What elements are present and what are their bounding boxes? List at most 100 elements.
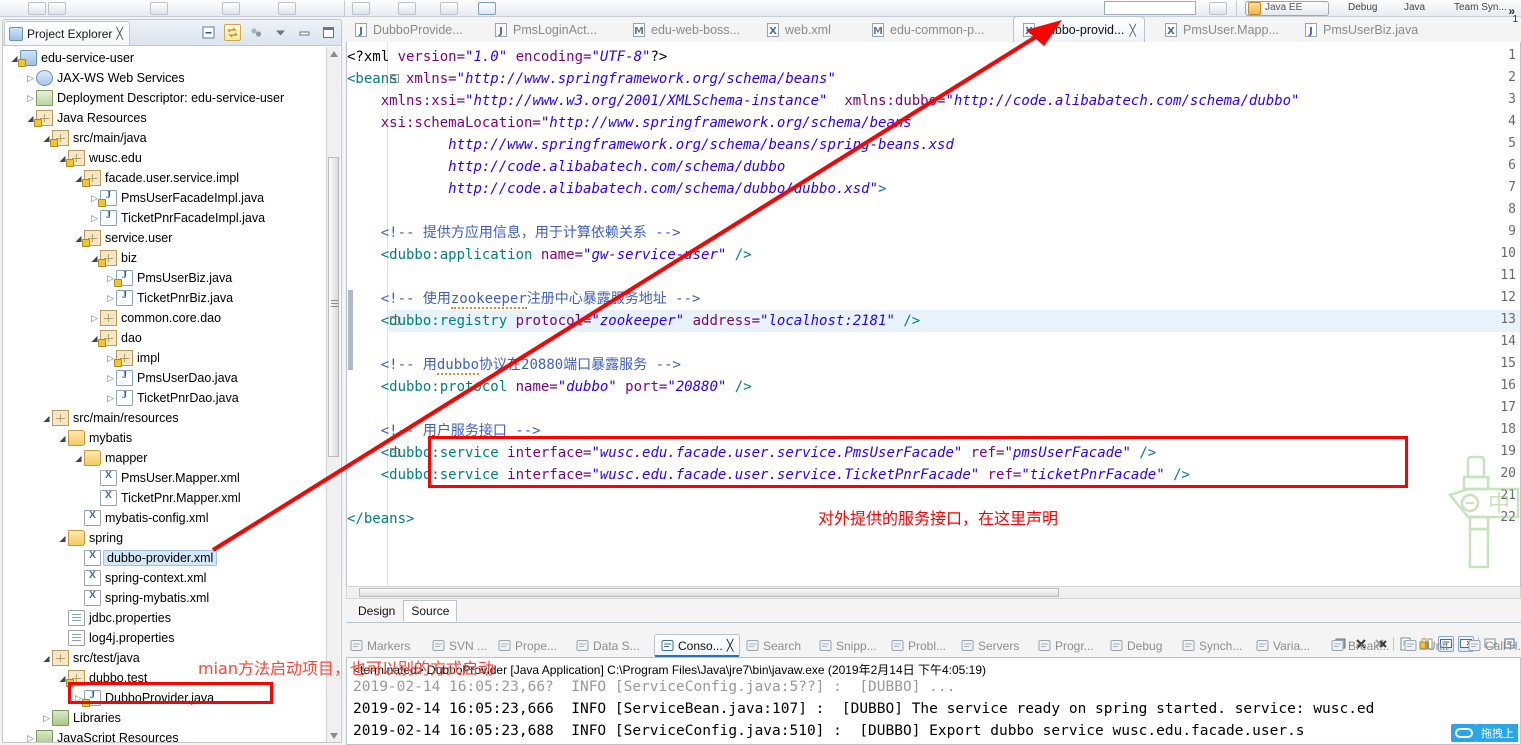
- tree-item[interactable]: spring: [3, 528, 323, 548]
- code-line[interactable]: <beans xmlns="http://www.springframework…: [347, 68, 1467, 90]
- bottom-view-tab[interactable]: Synch...: [1182, 635, 1242, 656]
- tree-item[interactable]: PmsUserBiz.java: [3, 268, 323, 288]
- tree-toggle-icon[interactable]: [89, 213, 100, 224]
- code-line[interactable]: <!-- 提供方应用信息，用于计算依赖关系 -->: [347, 222, 1467, 244]
- bottom-view-tab[interactable]: Prope...: [498, 635, 557, 656]
- tree-item[interactable]: PmsUser.Mapper.xml: [3, 468, 323, 488]
- tree-item[interactable]: dao: [3, 328, 323, 348]
- tree-item[interactable]: spring-mybatis.xml: [3, 588, 323, 608]
- code-line[interactable]: http://code.alibabatech.com/schema/dubbo: [347, 156, 1467, 178]
- tree-toggle-icon[interactable]: [57, 534, 68, 543]
- tree-item[interactable]: service.user: [3, 228, 323, 248]
- bottom-view-tab[interactable]: Varia...: [1256, 635, 1310, 656]
- bottom-view-tab[interactable]: Probl...: [891, 635, 946, 656]
- toolbar-debug-icon[interactable]: [222, 2, 240, 15]
- hscroll-thumb[interactable]: [359, 588, 1059, 597]
- tree-toggle-icon[interactable]: [105, 373, 116, 384]
- code-line[interactable]: <dubbo:registry protocol="zookeeper" add…: [347, 310, 1467, 332]
- editor-tab[interactable]: Medu-common-p...: [863, 17, 992, 42]
- tree-toggle-icon[interactable]: [41, 414, 52, 423]
- code-line[interactable]: <!-- 用dubbo协议在20880端口暴露服务 -->: [347, 354, 1467, 376]
- tree-item[interactable]: edu-service-user: [3, 48, 323, 68]
- bottom-view-tab[interactable]: SVN ...: [432, 635, 487, 656]
- tree-item[interactable]: JavaScript Resources: [3, 728, 323, 742]
- project-explorer-tree[interactable]: edu-service-user JAX-WS Web Services Deplo…: [2, 45, 342, 743]
- code-line[interactable]: http://www.springframework.org/schema/be…: [347, 134, 1467, 156]
- minimize-icon[interactable]: [296, 24, 313, 41]
- toolbar-save-icon[interactable]: [48, 2, 66, 15]
- code-line[interactable]: [347, 398, 1467, 420]
- bottom-view-tab[interactable]: Markers: [350, 635, 410, 656]
- editor-tab[interactable]: Medu-web-boss...: [624, 17, 748, 42]
- editor-horizontal-scrollbar[interactable]: [346, 586, 1521, 599]
- editor-subtab[interactable]: Source: [403, 600, 458, 622]
- bottom-view-tab[interactable]: Servers: [961, 635, 1019, 656]
- tree-toggle-icon[interactable]: [105, 393, 116, 404]
- editor-tab[interactable]: X PmsUser.Mapp...: [1156, 17, 1287, 42]
- close-icon[interactable]: ╳: [116, 27, 123, 40]
- editor-tab[interactable]: J DubboProvide...: [346, 17, 471, 42]
- link-with-editor-icon[interactable]: [224, 24, 241, 41]
- code-line[interactable]: xsi:schemaLocation="http://www.springfra…: [347, 112, 1467, 134]
- maximize-icon[interactable]: [320, 24, 337, 41]
- tree-item[interactable]: mybatis: [3, 428, 323, 448]
- toolbar-selected-icon[interactable]: [478, 2, 496, 15]
- tree-toggle-icon[interactable]: [105, 293, 116, 304]
- tree-item[interactable]: impl: [3, 348, 323, 368]
- editor-tab[interactable]: Xdubbo-provid... ╳: [1013, 16, 1146, 43]
- tree-toggle-icon[interactable]: [25, 93, 36, 104]
- tree-item[interactable]: spring-context.xml: [3, 568, 323, 588]
- quick-access-input[interactable]: [1104, 1, 1196, 15]
- tree-item[interactable]: TicketPnrBiz.java: [3, 288, 323, 308]
- tree-toggle-icon[interactable]: [89, 313, 100, 324]
- view-menu-icon[interactable]: [272, 24, 289, 41]
- tree-item[interactable]: wusc.edu: [3, 148, 323, 168]
- perspective-label-java-ee[interactable]: Java EE: [1265, 2, 1302, 13]
- bottom-view-tab[interactable]: Conso... ╳: [654, 634, 741, 657]
- tree-item[interactable]: jdbc.properties: [3, 608, 323, 628]
- team-sync-perspective-icon[interactable]: [1440, 2, 1452, 15]
- java-perspective-icon[interactable]: [1390, 2, 1402, 15]
- project-explorer-scrollbar[interactable]: [326, 47, 340, 742]
- tree-item[interactable]: dubbo-provider.xml: [3, 548, 323, 568]
- tab-project-explorer[interactable]: Project Explorer ╳: [4, 21, 130, 45]
- tree-item[interactable]: TicketPnrFacadeImpl.java: [3, 208, 323, 228]
- toolbar-external-tools-icon[interactable]: [278, 2, 296, 15]
- tree-item[interactable]: biz: [3, 248, 323, 268]
- tree-toggle-icon[interactable]: [41, 713, 52, 724]
- tree-item[interactable]: TicketPnr.Mapper.xml: [3, 488, 323, 508]
- editor-subtab[interactable]: Design: [350, 600, 403, 622]
- tree-item[interactable]: Deployment Descriptor: edu-service-user: [3, 88, 323, 108]
- tree-toggle-icon[interactable]: [41, 654, 52, 663]
- tree-item[interactable]: PmsUserFacadeImpl.java: [3, 188, 323, 208]
- editor-tab[interactable]: J PmsUserBiz.java: [1296, 17, 1426, 42]
- tree-toggle-icon[interactable]: [73, 454, 84, 463]
- toolbar-run-icon[interactable]: [150, 2, 168, 15]
- tree-item[interactable]: Java Resources: [3, 108, 323, 128]
- close-icon[interactable]: ╳: [727, 639, 734, 652]
- debug-perspective-icon[interactable]: [1334, 2, 1346, 15]
- code-line[interactable]: xmlns:xsi="http://www.w3.org/2001/XMLSch…: [347, 90, 1467, 112]
- tree-item[interactable]: src/main/java: [3, 128, 323, 148]
- tree-item[interactable]: mybatis-config.xml: [3, 508, 323, 528]
- tree-item[interactable]: TicketPnrDao.java: [3, 388, 323, 408]
- toolbar-new-icon[interactable]: [28, 2, 46, 15]
- tree-item[interactable]: JAX-WS Web Services: [3, 68, 323, 88]
- toolbar-search-icon[interactable]: [398, 2, 416, 15]
- tree-item[interactable]: Libraries: [3, 708, 323, 728]
- toolbar-open-type-icon[interactable]: [352, 2, 370, 15]
- perspective-label-java[interactable]: Java: [1404, 2, 1425, 13]
- bottom-view-tab[interactable]: JUnit: [1404, 635, 1448, 656]
- bottom-view-tab[interactable]: Data S...: [576, 635, 640, 656]
- tree-item[interactable]: src/main/resources: [3, 408, 323, 428]
- scrollbar-thumb[interactable]: [328, 157, 339, 457]
- code-line[interactable]: http://code.alibabatech.com/schema/dubbo…: [347, 178, 1467, 200]
- code-line[interactable]: <dubbo:protocol name="dubbo" port="20880…: [347, 376, 1467, 398]
- bottom-view-tab[interactable]: Snipp...: [819, 635, 877, 656]
- perspective-label-debug[interactable]: Debug: [1348, 2, 1377, 13]
- code-line[interactable]: <dubbo:application name="gw-service-user…: [347, 244, 1467, 266]
- bottom-view-tab[interactable]: Progr...: [1038, 635, 1094, 656]
- bottom-view-tab[interactable]: Break...: [1331, 635, 1389, 656]
- collapse-all-icon[interactable]: [200, 24, 217, 41]
- bottom-view-tab[interactable]: Call H...: [1468, 635, 1521, 656]
